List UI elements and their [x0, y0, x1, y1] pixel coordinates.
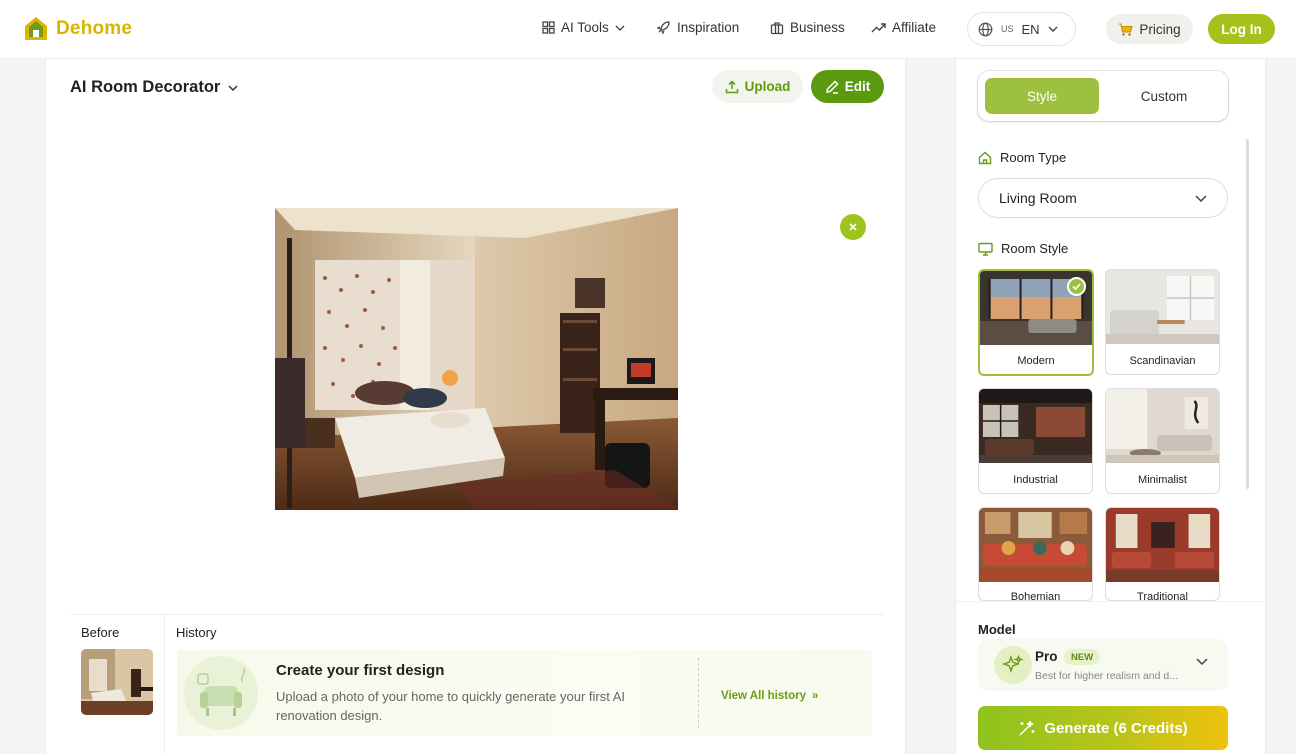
language-selector[interactable]: US EN — [967, 12, 1076, 46]
model-name: Pro — [1035, 649, 1058, 664]
nav-inspiration-label: Inspiration — [677, 20, 740, 35]
login-button[interactable]: Log In — [1208, 14, 1275, 44]
history-card-title: Create your first design — [276, 662, 445, 679]
nav-affiliate-label: Affiliate — [892, 20, 937, 35]
style-card-label: Scandinavian — [1129, 355, 1196, 367]
workspace-panel: AI Room Decorator Upload Edit Before His… — [45, 59, 906, 754]
sparkle-icon — [994, 646, 1032, 684]
language-code: EN — [1021, 21, 1040, 37]
nav-inspiration[interactable]: Inspiration — [656, 20, 739, 35]
industrial-style-image — [979, 389, 1092, 463]
style-card-label: Bohemian — [1010, 591, 1061, 601]
chevron-down-icon — [1048, 26, 1058, 32]
page-title: AI Room Decorator — [70, 78, 221, 96]
pencil-icon — [825, 79, 839, 94]
brand-logo[interactable]: Dehome — [24, 16, 132, 41]
model-select[interactable]: Pro NEW Best for higher realism and d... — [978, 639, 1228, 691]
room-type-label: Room Type — [1000, 150, 1067, 165]
room-style-heading: Room Style — [978, 241, 1068, 256]
history-empty-card: Create your first design Upload a photo … — [177, 650, 872, 736]
divider — [698, 658, 699, 728]
room-type-heading: Room Type — [978, 150, 1066, 165]
generate-button[interactable]: Generate (6 Credits) — [978, 706, 1228, 750]
bohemian-style-image — [979, 508, 1092, 582]
history-card-description: Upload a photo of your home to quickly g… — [276, 689, 626, 723]
magic-wand-icon — [1019, 720, 1035, 736]
room-style-label: Room Style — [1001, 241, 1069, 256]
pricing-label: Pricing — [1139, 21, 1181, 37]
globe-icon — [978, 22, 993, 36]
view-all-history-label: View All history — [721, 690, 806, 702]
chevron-down-icon — [1195, 194, 1207, 202]
view-all-history-link[interactable]: View All history » — [721, 690, 818, 702]
settings-panel: Style Custom Room Type Living Room Room … — [955, 59, 1266, 754]
cart-icon — [1119, 23, 1134, 36]
style-card-bohemian[interactable]: Bohemian — [978, 507, 1093, 601]
house-logo-icon — [25, 17, 47, 40]
scrollbar[interactable] — [1246, 139, 1249, 489]
style-card-scandinavian[interactable]: Scandinavian — [1105, 269, 1220, 375]
room-type-value: Living Room — [999, 190, 1077, 206]
nav-ai-tools-label: AI Tools — [561, 20, 609, 35]
edit-button[interactable]: Edit — [811, 70, 884, 103]
generate-label: Generate (6 Credits) — [1044, 719, 1188, 737]
scandinavian-style-image — [1106, 270, 1219, 344]
tool-selector[interactable]: AI Room Decorator — [70, 78, 238, 97]
style-card-label: Modern — [1017, 355, 1055, 367]
tab-style[interactable]: Style — [985, 78, 1099, 114]
top-navbar: Dehome AI Tools Inspiration Business Aff… — [0, 0, 1296, 59]
upload-icon — [725, 79, 738, 93]
divider — [70, 614, 884, 615]
style-card-minimalist[interactable]: Minimalist — [1105, 388, 1220, 494]
model-label: Model — [978, 622, 1016, 637]
check-icon — [1067, 277, 1086, 296]
tab-custom[interactable]: Custom — [1107, 78, 1221, 114]
flag-label: US — [1001, 24, 1014, 34]
generate-panel: Model Pro NEW Best for higher realism an… — [956, 601, 1265, 754]
divider — [164, 615, 165, 754]
building-icon — [770, 21, 784, 34]
upload-label: Upload — [744, 79, 791, 94]
edit-label: Edit — [844, 79, 871, 94]
new-badge: NEW — [1064, 649, 1101, 665]
upload-button[interactable]: Upload — [712, 70, 803, 103]
mode-tabs: Style Custom — [978, 71, 1228, 121]
nav-affiliate[interactable]: Affiliate — [871, 20, 936, 35]
monitor-icon — [978, 242, 993, 256]
grid-icon — [542, 21, 555, 34]
minimalist-style-image — [1106, 389, 1219, 463]
style-card-label: Minimalist — [1138, 474, 1187, 486]
model-description: Best for higher realism and d... — [1035, 670, 1178, 682]
chevron-down-icon — [228, 84, 238, 91]
style-card-traditional[interactable]: Traditional — [1105, 507, 1220, 601]
pricing-button[interactable]: Pricing — [1106, 14, 1193, 44]
style-card-industrial[interactable]: Industrial — [978, 388, 1093, 494]
style-card-modern[interactable]: Modern — [978, 269, 1094, 376]
nav-business-label: Business — [790, 20, 845, 35]
armchair-illustration — [184, 656, 258, 730]
home-icon — [978, 151, 992, 164]
brand-name: Dehome — [56, 17, 133, 39]
before-thumbnail[interactable] — [81, 649, 153, 715]
remove-photo-button[interactable] — [840, 214, 866, 240]
style-card-label: Traditional — [1137, 591, 1188, 601]
trending-up-icon — [871, 22, 886, 32]
double-chevron-right-icon: » — [812, 690, 819, 702]
uploaded-room-photo — [275, 208, 678, 510]
history-label: History — [176, 625, 217, 640]
before-label: Before — [81, 625, 120, 640]
chevron-down-icon — [615, 25, 625, 31]
nav-ai-tools[interactable]: AI Tools — [542, 20, 625, 35]
traditional-style-image — [1106, 508, 1219, 582]
rocket-icon — [656, 21, 670, 35]
style-card-label: Industrial — [1013, 474, 1058, 486]
chevron-down-icon — [1196, 658, 1208, 665]
nav-business[interactable]: Business — [770, 20, 845, 35]
close-icon — [849, 223, 857, 231]
room-type-select[interactable]: Living Room — [978, 178, 1228, 218]
